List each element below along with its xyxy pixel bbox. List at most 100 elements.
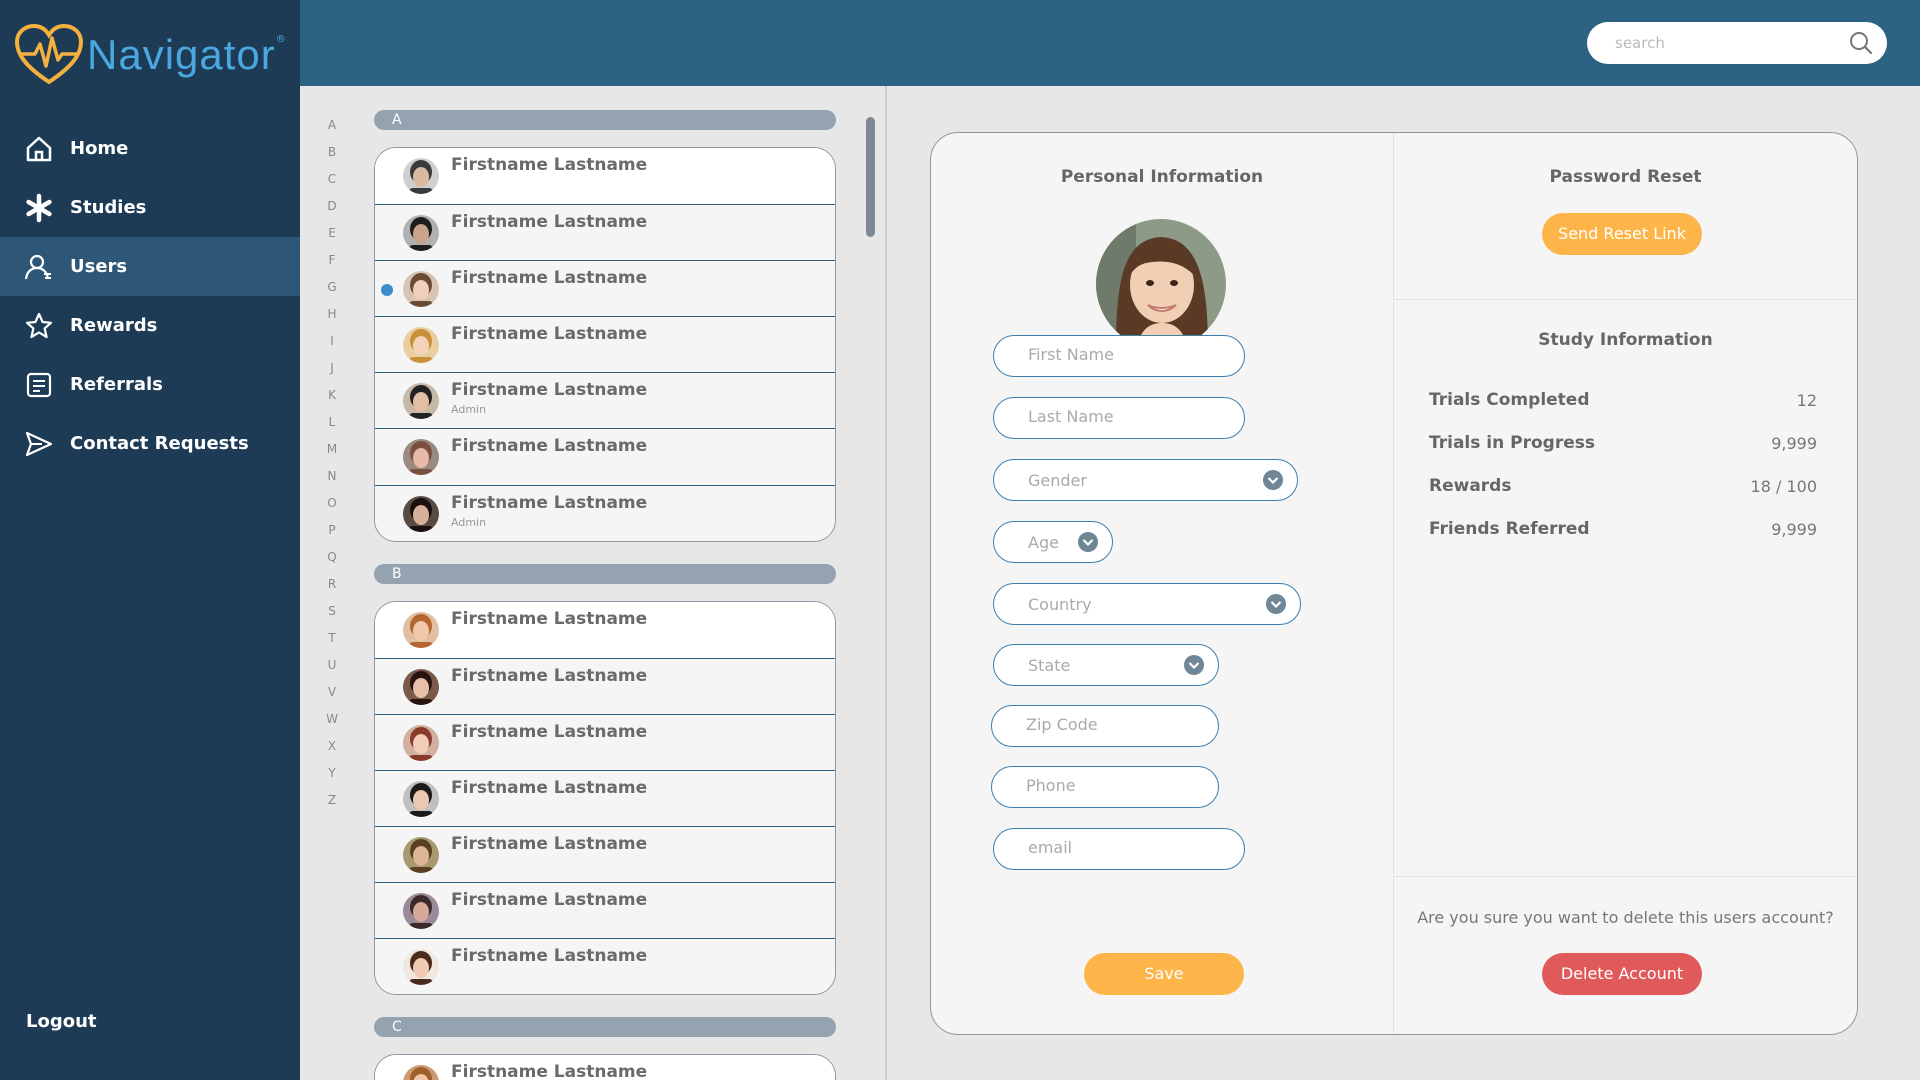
chevron-down-icon: [1184, 655, 1204, 675]
user-row[interactable]: Firstname Lastname: [375, 713, 835, 770]
alphabet-letter[interactable]: G: [322, 280, 342, 307]
save-button[interactable]: Save: [1084, 953, 1244, 995]
alphabet-letter[interactable]: U: [322, 658, 342, 685]
search-icon[interactable]: [1849, 31, 1873, 55]
user-row[interactable]: Firstname Lastname: [375, 601, 835, 658]
delete-confirmation-text: Are you sure you want to delete this use…: [1417, 908, 1834, 927]
alphabet-letter[interactable]: N: [322, 469, 342, 496]
alphabet-letter[interactable]: Q: [322, 550, 342, 577]
last-name-field[interactable]: [993, 397, 1245, 439]
alphabet-letter[interactable]: H: [322, 307, 342, 334]
alphabet-letter[interactable]: L: [322, 415, 342, 442]
user-row[interactable]: Firstname Lastname Admin: [375, 372, 835, 429]
age-select-value: Age: [1028, 533, 1059, 552]
user-row[interactable]: Firstname Lastname: [375, 316, 835, 373]
user-row[interactable]: Firstname Lastname: [375, 657, 835, 714]
document-icon: [26, 372, 52, 397]
alphabet-letter[interactable]: E: [322, 226, 342, 253]
user-row[interactable]: Firstname Lastname: [375, 260, 835, 317]
zip-code-input[interactable]: [1026, 715, 1185, 734]
phone-field[interactable]: [991, 766, 1219, 808]
nav-label: Users: [70, 256, 128, 277]
age-select[interactable]: Age: [993, 521, 1113, 563]
star-icon: [25, 312, 53, 338]
email-input[interactable]: [1028, 838, 1203, 857]
alphabet-letter[interactable]: M: [322, 442, 342, 469]
user-list[interactable]: A Firstname Lastname Firstname Lastname Fir…: [362, 110, 837, 1080]
alphabet-letter[interactable]: Y: [322, 766, 342, 793]
alphabet-letter[interactable]: T: [322, 631, 342, 658]
logout-link[interactable]: Logout: [26, 1011, 97, 1032]
stat-label-friends-referred: Friends Referred: [1429, 519, 1590, 539]
alphabet-letter[interactable]: S: [322, 604, 342, 631]
user-avatar[interactable]: [1096, 219, 1226, 349]
user-group: Firstname Lastname Firstname Lastname Firs…: [374, 600, 836, 996]
nav-item-home[interactable]: Home: [0, 119, 300, 178]
user-role: Admin: [451, 403, 487, 417]
user-row[interactable]: Firstname Lastname Admin: [375, 484, 835, 541]
user-row[interactable]: Firstname Lastname: [375, 826, 835, 883]
user-row[interactable]: Firstname Lastname: [375, 428, 835, 485]
section-divider: [1394, 299, 1857, 300]
user-group: Firstname Lastname Firstname Lastname Firs…: [374, 147, 836, 542]
chevron-down-icon: [1078, 532, 1098, 552]
alphabet-letter[interactable]: K: [322, 388, 342, 415]
sidebar: Navigator ® Home Studies Users Rewards R…: [0, 0, 300, 1080]
nav-item-contact-requests[interactable]: Contact Requests: [0, 414, 300, 473]
user-row[interactable]: Firstname Lastname: [375, 1055, 835, 1080]
zip-code-field[interactable]: [991, 705, 1219, 747]
state-select[interactable]: State: [993, 644, 1219, 686]
avatar: [403, 893, 439, 930]
user-name: Firstname Lastname: [451, 436, 648, 457]
first-name-input[interactable]: [1028, 345, 1203, 364]
user-name: Firstname Lastname: [451, 155, 648, 175]
alphabet-letter[interactable]: X: [322, 739, 342, 766]
section-header-a: A: [374, 110, 836, 130]
nav-item-rewards[interactable]: Rewards: [0, 296, 300, 355]
user-row[interactable]: Firstname Lastname: [375, 204, 835, 261]
user-row[interactable]: Firstname Lastname: [375, 148, 835, 205]
alphabet-letter[interactable]: J: [322, 361, 342, 388]
nav-item-users[interactable]: Users: [0, 237, 300, 296]
app-logo[interactable]: Navigator ®: [15, 24, 286, 86]
alphabet-letter[interactable]: I: [322, 334, 342, 361]
delete-account-button[interactable]: Delete Account: [1542, 953, 1702, 995]
nav-item-studies[interactable]: Studies: [0, 178, 300, 237]
phone-input[interactable]: [1026, 776, 1185, 795]
alphabet-letter[interactable]: D: [322, 199, 342, 226]
alphabet-letter[interactable]: A: [322, 118, 342, 145]
user-row[interactable]: Firstname Lastname: [375, 938, 835, 995]
alphabet-letter[interactable]: R: [322, 577, 342, 604]
search-box[interactable]: [1587, 22, 1887, 64]
user-row[interactable]: Firstname Lastname: [375, 769, 835, 827]
study-info-title: Study Information: [1538, 330, 1713, 350]
alphabet-letter[interactable]: V: [322, 685, 342, 712]
alphabet-letter[interactable]: O: [322, 496, 342, 523]
email-field[interactable]: [993, 828, 1245, 870]
stat-label-rewards: Rewards: [1429, 476, 1512, 496]
avatar: [403, 271, 439, 308]
alphabet-letter[interactable]: B: [322, 145, 342, 172]
gender-select[interactable]: Gender: [993, 459, 1298, 501]
alphabet-letter[interactable]: W: [322, 712, 342, 739]
registered-mark: ®: [275, 33, 286, 45]
list-scrollbar[interactable]: [866, 117, 875, 237]
avatar: [403, 611, 439, 648]
last-name-input[interactable]: [1028, 407, 1203, 426]
alphabet-letter[interactable]: Z: [322, 793, 342, 820]
user-row[interactable]: Firstname Lastname: [375, 882, 835, 939]
country-select[interactable]: Country: [993, 583, 1301, 625]
alphabet-letter[interactable]: F: [322, 253, 342, 280]
nav-label: Rewards: [70, 315, 158, 336]
first-name-field[interactable]: [993, 335, 1245, 377]
user-name: Firstname Lastname: [451, 212, 648, 233]
alphabet-letter[interactable]: P: [322, 523, 342, 550]
avatar: [403, 780, 439, 817]
heart-pulse-icon: [15, 24, 83, 85]
personal-info-title: Personal Information: [1060, 167, 1264, 187]
send-reset-link-button[interactable]: Send Reset Link: [1542, 213, 1702, 255]
alphabet-letter[interactable]: C: [322, 172, 342, 199]
search-input[interactable]: [1615, 31, 1835, 55]
alphabet-index: ABCDEFGHIJKLMNOPQRSTUVWXYZ: [322, 118, 342, 820]
nav-item-referrals[interactable]: Referrals: [0, 355, 300, 414]
